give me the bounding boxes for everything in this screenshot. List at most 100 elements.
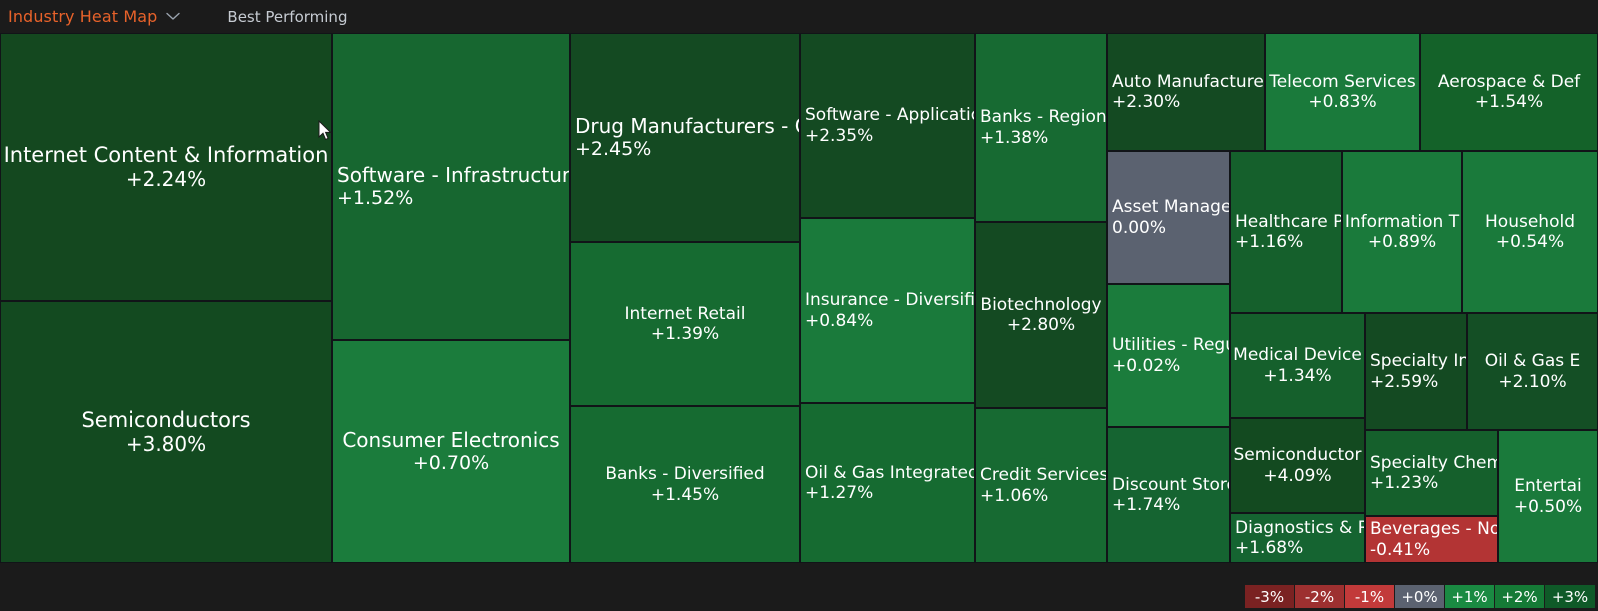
tile-value: +2.30% <box>1112 92 1181 112</box>
treemap-tile[interactable]: Medical Device +1.34% <box>1230 313 1365 418</box>
tile-value: +1.54% <box>1474 92 1544 112</box>
treemap-canvas: Internet Content & Information +2.24% Semi… <box>0 33 1598 563</box>
page-title[interactable]: Industry Heat Map <box>8 7 157 26</box>
tile-label: Telecom Services <box>1269 71 1416 92</box>
treemap-tile[interactable]: Banks - Diversified +1.45% <box>570 406 800 563</box>
color-scale-legend: -3% -2% -1% +0% +1% +2% +3% <box>1245 585 1595 608</box>
tile-label: Semiconductors <box>81 407 251 432</box>
treemap-tile[interactable]: Household +0.54% <box>1462 151 1598 313</box>
tile-label: Banks - Diversified <box>605 464 765 485</box>
tile-value: +0.54% <box>1495 232 1565 252</box>
tile-label: Asset Manage <box>1112 197 1230 218</box>
tile-label: Banks - Region <box>980 107 1107 128</box>
treemap-tile[interactable]: Aerospace & Def +1.54% <box>1420 33 1598 151</box>
tile-value: +2.80% <box>1006 315 1076 335</box>
tile-label: Software - Applicatio <box>805 105 975 126</box>
tile-value: +0.83% <box>1308 92 1377 112</box>
tile-label: Medical Device <box>1233 345 1362 366</box>
tile-value: +1.74% <box>1112 495 1181 515</box>
tile-value: +1.68% <box>1235 538 1304 558</box>
tile-value: +1.34% <box>1263 365 1332 386</box>
tile-label: Discount Store <box>1112 474 1230 495</box>
treemap-tile[interactable]: Discount Store +1.74% <box>1107 427 1230 563</box>
legend-swatch[interactable]: -1% <box>1345 585 1395 608</box>
treemap-tile[interactable]: Internet Retail +1.39% <box>570 242 800 406</box>
treemap-tile[interactable]: Healthcare Pl +1.16% <box>1230 151 1342 313</box>
tile-value: +1.27% <box>805 483 874 503</box>
tile-label: Biotechnology <box>980 294 1102 315</box>
tile-value: +1.38% <box>980 127 1049 148</box>
tile-label: Semiconductor <box>1233 445 1362 466</box>
treemap-tile[interactable]: Biotechnology +2.80% <box>975 222 1107 408</box>
legend-swatch[interactable]: -2% <box>1295 585 1345 608</box>
legend-swatch[interactable]: -3% <box>1245 585 1295 608</box>
treemap-tile[interactable]: Oil & Gas E +2.10% <box>1467 313 1598 430</box>
legend-swatch[interactable]: +1% <box>1445 585 1495 608</box>
tile-value: +1.06% <box>980 485 1049 506</box>
tile-value: +4.09% <box>1263 465 1332 486</box>
tile-value: 0.00% <box>1112 217 1167 238</box>
treemap-tile[interactable]: Information T +0.89% <box>1342 151 1462 313</box>
treemap-tile[interactable]: Diagnostics & R +1.68% <box>1230 513 1365 563</box>
treemap-tile[interactable]: Utilities - Regu +0.02% <box>1107 284 1230 427</box>
tile-label: Specialty In <box>1370 351 1467 372</box>
tile-label: Entertai <box>1514 476 1582 497</box>
treemap-tile[interactable]: Asset Manage 0.00% <box>1107 151 1230 284</box>
treemap-tile[interactable]: Beverages - Non -0.41% <box>1365 516 1498 563</box>
tile-label: Credit Services <box>980 465 1107 486</box>
treemap-tile[interactable]: Consumer Electronics +0.70% <box>332 340 570 563</box>
tile-label: Household <box>1485 211 1575 232</box>
treemap-tile[interactable]: Telecom Services +0.83% <box>1265 33 1420 151</box>
legend-swatch[interactable]: +0% <box>1395 585 1445 608</box>
legend-swatch[interactable]: +3% <box>1545 585 1595 608</box>
tile-value: +1.39% <box>650 324 720 344</box>
treemap-tile[interactable]: Auto Manufacturers +2.30% <box>1107 33 1265 151</box>
tile-value: +0.84% <box>805 310 874 331</box>
heat-map-header: Industry Heat Map Best Performing <box>0 0 1598 33</box>
treemap-tile[interactable]: Entertai +0.50% <box>1498 430 1598 563</box>
treemap-tile[interactable]: Software - Applicatio +2.35% <box>800 33 975 218</box>
tile-label: Beverages - Non <box>1370 519 1498 540</box>
legend-swatch-label: +1% <box>1451 587 1488 606</box>
tile-label: Insurance - Diversifie <box>805 290 975 311</box>
tile-value: +1.16% <box>1235 232 1304 252</box>
tile-value: +2.35% <box>805 125 874 146</box>
legend-swatch-label: -2% <box>1304 587 1335 606</box>
treemap-tile[interactable]: Insurance - Diversifie +0.84% <box>800 218 975 403</box>
tile-value: +2.59% <box>1370 371 1439 392</box>
industry-heat-map-app: Industry Heat Map Best Performing Intern… <box>0 0 1598 611</box>
treemap-tile[interactable]: Oil & Gas Integrated +1.27% <box>800 403 975 563</box>
tile-value: -0.41% <box>1370 539 1431 560</box>
heat-map-mode-label[interactable]: Best Performing <box>227 8 347 26</box>
tile-value: +0.50% <box>1513 496 1583 517</box>
tile-label: Specialty Chemi <box>1370 452 1498 473</box>
tile-value: +0.02% <box>1112 355 1181 376</box>
treemap-tile[interactable]: Semiconductors +3.80% <box>0 301 332 563</box>
legend-swatch[interactable]: +2% <box>1495 585 1545 608</box>
tile-value: +1.23% <box>1370 473 1439 493</box>
tile-value: +1.52% <box>337 187 414 210</box>
treemap-tile[interactable]: Credit Services +1.06% <box>975 408 1107 563</box>
treemap-tile[interactable]: Specialty Chemi +1.23% <box>1365 430 1498 516</box>
chevron-down-icon[interactable] <box>166 12 181 21</box>
tile-label: Information T <box>1344 211 1460 232</box>
tile-label: Drug Manufacturers - G <box>575 113 800 138</box>
tile-label: Internet Retail <box>624 303 746 324</box>
treemap-tile[interactable]: Semiconductor +4.09% <box>1230 418 1365 513</box>
treemap-tile[interactable]: Internet Content & Information +2.24% <box>0 33 332 301</box>
treemap-tile[interactable]: Specialty In +2.59% <box>1365 313 1467 430</box>
tile-value: +2.24% <box>125 166 207 191</box>
tile-label: Oil & Gas Integrated <box>805 462 975 483</box>
legend-swatch-label: +2% <box>1501 587 1538 606</box>
treemap-tile[interactable]: Software - Infrastructure +1.52% <box>332 33 570 340</box>
tile-label: Internet Content & Information <box>3 142 329 167</box>
tile-label: Consumer Electronics <box>342 427 560 452</box>
legend-swatch-label: -3% <box>1254 587 1285 606</box>
tile-value: +1.45% <box>650 484 720 505</box>
tile-value: +2.10% <box>1498 371 1567 392</box>
tile-value: +0.89% <box>1367 232 1437 252</box>
tile-value: +2.45% <box>575 138 652 161</box>
tile-label: Healthcare Pl <box>1235 211 1342 232</box>
treemap-tile[interactable]: Drug Manufacturers - G +2.45% <box>570 33 800 242</box>
treemap-tile[interactable]: Banks - Region +1.38% <box>975 33 1107 222</box>
